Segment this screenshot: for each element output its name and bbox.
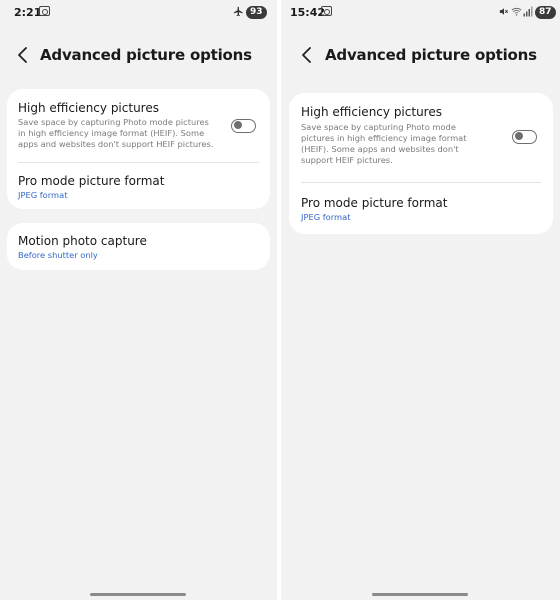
left-phone-screen: 2:21 93 Advanced picture options High ef… — [0, 0, 277, 600]
motion-photo-capture-row[interactable]: Motion photo capture Before shutter only — [7, 223, 270, 270]
motion-photo-value: Before shutter only — [18, 250, 98, 260]
page-title: Advanced picture options — [40, 46, 252, 64]
high-efficiency-pictures-row[interactable]: High efficiency pictures Save space by c… — [7, 89, 270, 163]
home-indicator[interactable] — [90, 593, 186, 596]
status-bar: 15:42 87 — [281, 0, 560, 26]
toggle-knob — [515, 132, 523, 141]
status-bar: 2:21 93 — [0, 0, 277, 26]
battery-indicator: 93 — [246, 6, 267, 19]
signal-icon — [523, 6, 533, 17]
toggle-knob — [234, 121, 242, 130]
screenshot-icon — [39, 6, 50, 16]
chevron-left-icon[interactable] — [300, 46, 314, 64]
high-efficiency-description: Save space by capturing Photo mode pictu… — [18, 117, 214, 149]
screenshot-icon — [321, 6, 332, 16]
pro-mode-value: JPEG format — [301, 212, 351, 222]
high-efficiency-title: High efficiency pictures — [301, 105, 442, 119]
motion-photo-title: Motion photo capture — [18, 234, 147, 248]
settings-card: High efficiency pictures Save space by c… — [7, 89, 270, 209]
pro-mode-title: Pro mode picture format — [18, 174, 165, 188]
pro-mode-title: Pro mode picture format — [301, 196, 448, 210]
wifi-icon — [511, 7, 522, 16]
status-time: 15:42 — [290, 6, 326, 19]
right-phone-screen: 15:42 87 Advanced picture options High e… — [281, 0, 560, 600]
airplane-icon — [233, 6, 243, 17]
chevron-left-icon[interactable] — [16, 46, 30, 64]
status-time: 2:21 — [14, 6, 42, 19]
high-efficiency-pictures-row[interactable]: High efficiency pictures Save space by c… — [289, 93, 553, 183]
battery-indicator: 87 — [535, 6, 556, 19]
settings-card: High efficiency pictures Save space by c… — [289, 93, 553, 234]
high-efficiency-description: Save space by capturing Photo mode pictu… — [301, 122, 467, 165]
pro-mode-picture-format-row[interactable]: Pro mode picture format JPEG format — [289, 183, 553, 234]
app-bar: Advanced picture options — [281, 40, 560, 70]
mute-icon — [499, 8, 508, 15]
motion-photo-card: Motion photo capture Before shutter only — [7, 223, 270, 270]
pro-mode-picture-format-row[interactable]: Pro mode picture format JPEG format — [7, 163, 270, 209]
pro-mode-value: JPEG format — [18, 190, 68, 200]
page-title: Advanced picture options — [325, 46, 537, 64]
high-efficiency-title: High efficiency pictures — [18, 101, 159, 115]
app-bar: Advanced picture options — [0, 40, 277, 70]
home-indicator[interactable] — [372, 593, 468, 596]
high-efficiency-toggle[interactable] — [512, 130, 537, 144]
high-efficiency-toggle[interactable] — [231, 119, 256, 133]
